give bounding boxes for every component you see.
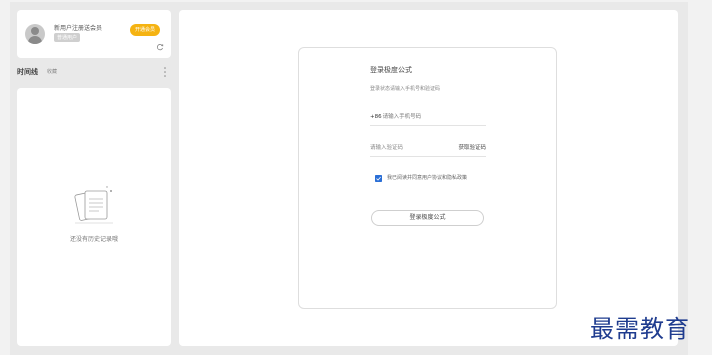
timeline-header: 时间线 收藏	[17, 62, 171, 84]
vip-button[interactable]: 开通会员	[130, 24, 161, 36]
login-card: 登录极度公式 登录状态请输入手机号和验证码 +86请输入手机号码 请输入验证码 …	[298, 47, 557, 309]
get-code-button[interactable]: 获取验证码	[458, 143, 486, 151]
phone-prefix: +86	[370, 114, 382, 120]
user-tag-badge: 普通用户	[54, 33, 81, 42]
timeline-tab-favorites[interactable]: 收藏	[47, 68, 57, 75]
code-input[interactable]: 请输入验证码 获取验证码	[370, 143, 486, 157]
refresh-icon[interactable]	[156, 43, 164, 51]
more-icon[interactable]	[163, 66, 167, 78]
empty-documents-icon	[74, 186, 113, 224]
empty-history-text: 还没有历史记录哦	[69, 236, 118, 243]
history-panel: 还没有历史记录哦	[17, 88, 171, 346]
code-placeholder: 请输入验证码	[370, 145, 404, 151]
avatar[interactable]	[25, 24, 45, 44]
login-subtitle: 登录状态请输入手机号和验证码	[370, 86, 441, 92]
user-card: 新用户注册送会员 普通用户 开通会员	[17, 10, 171, 58]
agreement-text[interactable]: 我已阅读并同意用户协议和隐私政策	[387, 174, 467, 181]
agreement-checkbox[interactable]	[375, 175, 382, 182]
watermark-text: 最需教育	[590, 315, 690, 343]
main-panel: 登录极度公式 登录状态请输入手机号和验证码 +86请输入手机号码 请输入验证码 …	[179, 10, 678, 346]
phone-placeholder: 请输入手机号码	[382, 114, 422, 120]
login-title: 登录极度公式	[370, 66, 412, 74]
user-name: 新用户注册送会员	[54, 25, 103, 32]
timeline-title: 时间线	[17, 68, 38, 76]
login-button[interactable]: 登录极度公式	[371, 210, 484, 226]
phone-input[interactable]: +86请输入手机号码	[370, 112, 486, 126]
